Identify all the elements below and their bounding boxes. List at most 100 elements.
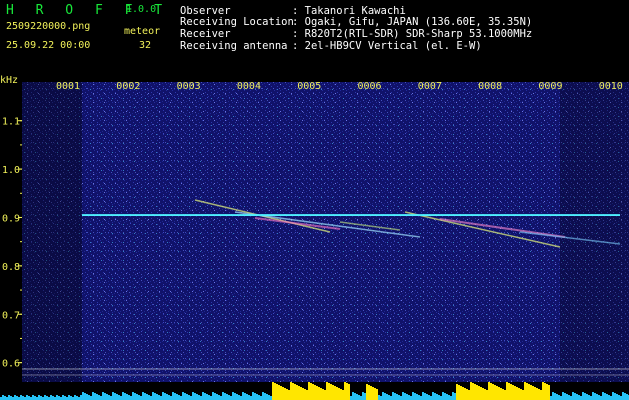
- level-bar-segment: [146, 394, 148, 400]
- info-value-antenna: : 2el-HB9CV Vertical (el. E-W): [292, 40, 482, 52]
- level-bar-segment: [550, 396, 552, 400]
- level-bar-segment: [14, 395, 16, 400]
- level-bar-segment: [322, 389, 324, 400]
- level-bar-segment: [164, 393, 166, 400]
- level-bar-segment: [460, 386, 462, 400]
- level-bar-segment: [172, 392, 174, 400]
- level-bar-segment: [68, 395, 70, 400]
- level-bar-segment: [254, 393, 256, 400]
- level-bar-segment: [118, 395, 120, 400]
- level-bar-segment: [572, 392, 574, 400]
- level-bar-segment: [458, 385, 460, 400]
- level-bar-segment: [16, 396, 18, 400]
- level-bar-segment: [86, 394, 88, 400]
- level-bar-segment: [34, 396, 36, 400]
- level-bar-segment: [356, 394, 358, 400]
- level-bar-segment: [376, 389, 378, 400]
- time-label: 0008: [478, 81, 502, 92]
- level-bar-segment: [468, 390, 470, 400]
- level-bar-segment: [362, 392, 364, 400]
- info-value-location: : Ogaki, Gifu, JAPAN (136.60E, 35.35N): [292, 16, 533, 28]
- level-bar-segment: [430, 396, 432, 400]
- freq-tick-label: 1.1: [2, 117, 20, 128]
- level-bar-segment: [332, 385, 334, 400]
- level-bar-segment: [268, 395, 270, 400]
- level-bar-segment: [276, 384, 278, 400]
- level-bar-segment: [50, 395, 52, 400]
- info-label-receiver: Receiver: [180, 28, 231, 40]
- level-bar-segment: [456, 384, 458, 400]
- level-bar-segment: [364, 393, 366, 400]
- level-bar-segment: [156, 394, 158, 400]
- level-bar-segment: [166, 394, 168, 400]
- level-bar-segment: [134, 393, 136, 400]
- level-bar-segment: [532, 386, 534, 400]
- level-bar-segment: [498, 387, 500, 400]
- level-bar-segment: [590, 396, 592, 400]
- level-bar-segment: [464, 388, 466, 400]
- level-bar-segment: [302, 388, 304, 400]
- level-bar-segment: [292, 383, 294, 400]
- freq-tick-label: 0.9: [2, 213, 20, 224]
- level-bar-segment: [384, 393, 386, 400]
- level-bar-segment: [64, 396, 66, 400]
- level-bar-segment: [140, 396, 142, 400]
- level-bar-segment: [104, 393, 106, 400]
- level-bar-segment: [310, 383, 312, 400]
- time-label: 0002: [116, 81, 140, 92]
- level-bar-segment: [510, 384, 512, 400]
- level-bar-segment: [188, 395, 190, 400]
- level-bar-segment: [178, 395, 180, 400]
- level-bar-segment: [236, 394, 238, 400]
- level-bar-segment: [180, 396, 182, 400]
- level-bar-segment: [622, 392, 624, 400]
- level-bar-segment: [418, 395, 420, 400]
- level-bar-segment: [304, 389, 306, 400]
- level-bar-segment: [380, 396, 382, 400]
- level-bar-segment: [360, 396, 362, 400]
- info-value-observer: : Takanori Kawachi: [292, 5, 406, 17]
- level-bar-segment: [484, 389, 486, 400]
- level-bar-segment: [246, 394, 248, 400]
- level-bar-segment: [410, 396, 412, 400]
- level-bar-segment: [20, 395, 22, 400]
- level-bar-segment: [602, 392, 604, 400]
- level-bar-segment: [542, 382, 544, 400]
- level-bar-segment: [102, 392, 104, 400]
- level-bar-segment: [258, 395, 260, 400]
- level-bar-segment: [434, 393, 436, 400]
- level-bar-segment: [92, 392, 94, 400]
- level-bar-segment: [130, 396, 132, 400]
- level-bar-segment: [476, 385, 478, 400]
- level-bar-segment: [502, 389, 504, 400]
- time-label: 0003: [177, 81, 201, 92]
- level-bar-segment: [98, 395, 100, 400]
- level-bar-segment: [614, 393, 616, 400]
- level-bar-segment: [470, 382, 472, 400]
- time-label: 0007: [418, 81, 442, 92]
- level-bar-segment: [534, 387, 536, 400]
- level-bar-segment: [116, 394, 118, 400]
- level-bar-segment: [350, 396, 352, 400]
- level-bar-segment: [554, 393, 556, 400]
- level-bar-segment: [186, 394, 188, 400]
- level-bar-segment: [490, 383, 492, 400]
- level-bar-segment: [482, 388, 484, 400]
- level-bar-segment: [262, 392, 264, 400]
- level-bar-segment: [108, 395, 110, 400]
- level-bar-segment: [584, 393, 586, 400]
- time-label: 0001: [56, 81, 80, 92]
- level-bar-segment: [558, 395, 560, 400]
- level-bar-segment: [122, 392, 124, 400]
- level-bar-segment: [298, 386, 300, 400]
- level-bar-segment: [28, 396, 30, 400]
- level-bar-segment: [396, 394, 398, 400]
- level-bar-segment: [112, 392, 114, 400]
- level-bar-segment: [500, 388, 502, 400]
- level-bar-segment: [206, 394, 208, 400]
- level-bar-segment: [282, 387, 284, 400]
- level-bar-segment: [154, 393, 156, 400]
- level-bar-segment: [106, 394, 108, 400]
- level-bar-segment: [252, 392, 254, 400]
- level-bar-segment: [372, 387, 374, 400]
